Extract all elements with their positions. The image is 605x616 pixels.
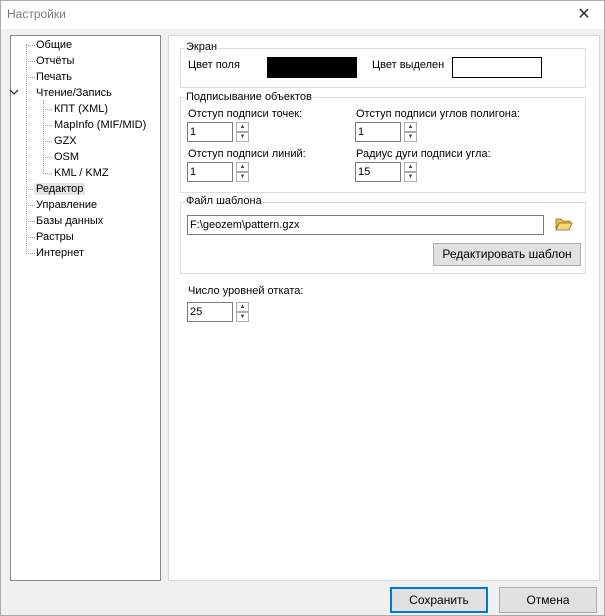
- tree-item-label: Чтение/Запись: [36, 87, 112, 99]
- settings-tree[interactable]: Общие Отчёты Печать Чтение/Запись КПТ (X…: [10, 35, 161, 581]
- spin-up-icon[interactable]: ▲: [404, 122, 417, 132]
- folder-open-icon[interactable]: [555, 216, 573, 232]
- spin-down-icon[interactable]: ▼: [236, 312, 249, 322]
- title-bar: Настройки ✕: [1, 1, 604, 29]
- tree-item-print[interactable]: Печать: [36, 69, 72, 85]
- tree-item-databases[interactable]: Базы данных: [36, 213, 103, 229]
- spin-up-icon[interactable]: ▲: [236, 302, 249, 312]
- selection-color-swatch[interactable]: [452, 57, 542, 78]
- tree-item-label: Управление: [36, 199, 98, 211]
- tree-item-label: Интернет: [36, 247, 84, 259]
- tree-item-label: KML / KMZ: [54, 167, 109, 179]
- polygon-angle-offset-label: Отступ подписи углов полигона:: [356, 108, 521, 120]
- tree-connector: [43, 100, 44, 174]
- tree-connector: [26, 221, 35, 222]
- tree-connector: [26, 205, 35, 206]
- tree-item-mapinfo[interactable]: MapInfo (MIF/MID): [54, 117, 146, 133]
- tree-connector: [26, 77, 35, 78]
- labels-group-title: Подписывание объектов: [185, 91, 313, 103]
- tree-item-label: КПТ (XML): [54, 103, 109, 115]
- screen-group-title: Экран: [185, 41, 219, 53]
- undo-levels-label: Число уровней отката:: [188, 285, 304, 297]
- arc-radius-input[interactable]: [355, 162, 401, 182]
- tree-connector: [26, 44, 27, 254]
- line-offset-stepper: ▲▼: [187, 162, 251, 182]
- tree-item-control[interactable]: Управление: [36, 197, 97, 213]
- tree-connector: [43, 109, 52, 110]
- line-offset-input[interactable]: [187, 162, 233, 182]
- field-color-label: Цвет поля: [188, 59, 240, 71]
- spin-up-icon[interactable]: ▲: [236, 162, 249, 172]
- tree-item-read-write[interactable]: Чтение/Запись: [36, 85, 112, 101]
- tree-connector: [43, 141, 52, 142]
- tree-connector: [26, 45, 35, 46]
- tree-item-kpt-xml[interactable]: КПТ (XML): [54, 101, 108, 117]
- tree-item-general[interactable]: Общие: [36, 37, 72, 53]
- tree-item-label: Растры: [36, 231, 74, 243]
- point-offset-input[interactable]: [187, 122, 233, 142]
- cancel-button[interactable]: Отмена: [499, 587, 597, 613]
- line-offset-label: Отступ подписи линий:: [188, 148, 306, 160]
- spin-down-icon[interactable]: ▼: [404, 132, 417, 142]
- point-offset-label: Отступ подписи точек:: [188, 108, 303, 120]
- settings-dialog: Настройки ✕ Общие Отчёты Печать Чтение/З…: [0, 0, 605, 616]
- tree-connector: [26, 253, 35, 254]
- tree-item-kml-kmz[interactable]: KML / KMZ: [54, 165, 109, 181]
- spin-up-icon[interactable]: ▲: [236, 122, 249, 132]
- point-offset-stepper: ▲▼: [187, 122, 251, 142]
- tree-item-label: Редактор: [34, 183, 86, 195]
- tree-item-internet[interactable]: Интернет: [36, 245, 84, 261]
- tree-connector: [26, 61, 35, 62]
- polygon-angle-offset-input[interactable]: [355, 122, 401, 142]
- tree-item-gzx[interactable]: GZX: [54, 133, 77, 149]
- save-button[interactable]: Сохранить: [390, 587, 488, 613]
- tree-connector: [43, 157, 52, 158]
- tree-connector: [26, 237, 35, 238]
- template-path-input[interactable]: [187, 215, 544, 235]
- tree-item-label: Базы данных: [36, 215, 104, 227]
- edit-template-button[interactable]: Редактировать шаблон: [433, 243, 581, 266]
- window-title: Настройки: [7, 7, 66, 21]
- tree-item-rasters[interactable]: Растры: [36, 229, 74, 245]
- polygon-angle-offset-stepper: ▲▼: [355, 122, 419, 142]
- spin-down-icon[interactable]: ▼: [404, 172, 417, 182]
- tree-item-label: GZX: [54, 135, 77, 147]
- close-icon[interactable]: ✕: [564, 1, 604, 29]
- tree-item-label: MapInfo (MIF/MID): [54, 119, 147, 131]
- arc-radius-label: Радиус дуги подписи угла:: [356, 148, 491, 160]
- spin-down-icon[interactable]: ▼: [236, 132, 249, 142]
- tree-connector: [43, 173, 52, 174]
- undo-levels-input[interactable]: [187, 302, 233, 322]
- field-color-swatch[interactable]: [267, 57, 357, 78]
- chevron-down-icon[interactable]: [8, 86, 20, 98]
- tree-connector: [43, 125, 52, 126]
- spin-up-icon[interactable]: ▲: [404, 162, 417, 172]
- tree-item-osm[interactable]: OSM: [54, 149, 79, 165]
- tree-item-label: Отчёты: [36, 55, 75, 67]
- tree-item-editor[interactable]: Редактор: [34, 181, 86, 197]
- spin-down-icon[interactable]: ▼: [236, 172, 249, 182]
- template-group-title: Файл шаблона: [185, 195, 263, 207]
- tree-item-label: OSM: [54, 151, 80, 163]
- tree-item-label: Печать: [36, 71, 73, 83]
- tree-item-reports[interactable]: Отчёты: [36, 53, 74, 69]
- tree-item-label: Общие: [36, 39, 73, 51]
- arc-radius-stepper: ▲▼: [355, 162, 419, 182]
- undo-levels-stepper: ▲▼: [187, 302, 251, 322]
- selection-color-label: Цвет выделен: [372, 59, 445, 71]
